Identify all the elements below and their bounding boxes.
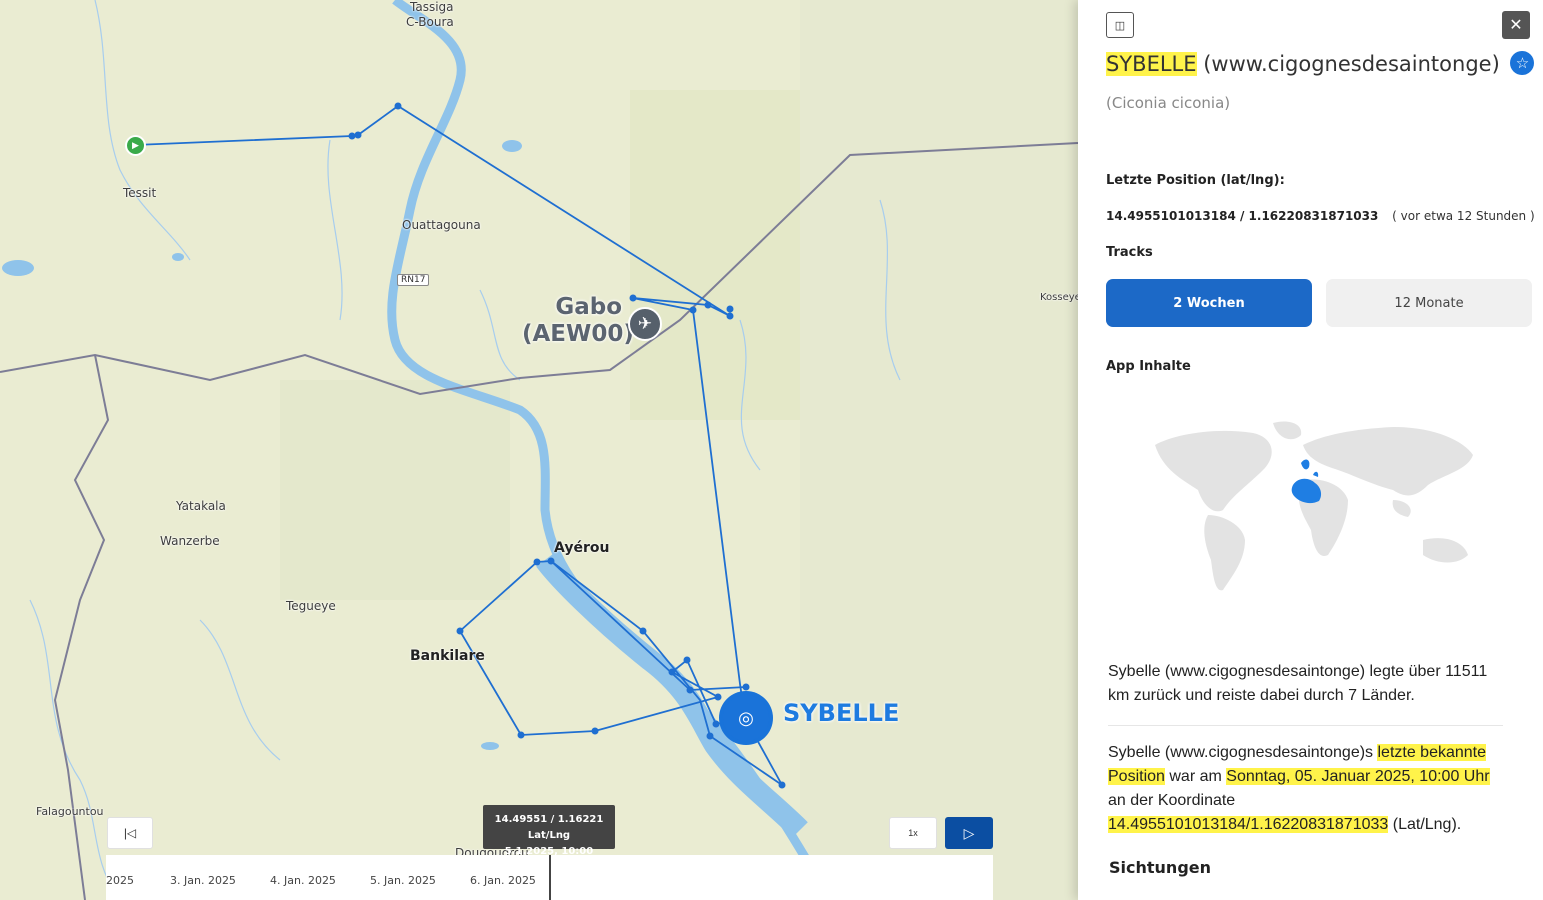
- panel-toggle-icon[interactable]: ◫: [1106, 12, 1134, 38]
- place-label: Bankilare: [410, 648, 485, 664]
- last-position-label: Letzte Position (lat/lng):: [1106, 173, 1285, 188]
- place-label: Kosseye: [1040, 292, 1078, 303]
- place-label: Tegueye: [286, 599, 336, 613]
- position-tooltip: 14.49551 / 1.16221 Lat/Lng 5.1.2025, 10:…: [483, 805, 615, 857]
- other-bird-name: Gabo: [555, 294, 622, 320]
- tab-2-weeks[interactable]: 2 Wochen: [1106, 279, 1312, 327]
- map-basemap: [0, 0, 1078, 900]
- p2-highlight: Sonntag, 05. Januar 2025, 10:00 Uhr: [1226, 768, 1490, 785]
- timeline-cursor[interactable]: [549, 855, 551, 900]
- p2-highlight: 14.4955101013184/1.16220831871033: [1108, 816, 1389, 833]
- summary-text: Sybelle (www.cigognesdesaintonge) legte …: [1108, 663, 1488, 704]
- road-shield: RN17: [397, 274, 430, 286]
- bird-title-source: (www.cigognesdesaintonge): [1203, 52, 1500, 76]
- place-label: Ouattagouna: [402, 218, 481, 232]
- last-position-value: 14.4955101013184 / 1.16220831871033: [1106, 209, 1379, 223]
- place-label: Wanzerbe: [160, 534, 220, 548]
- p2-part: Sybelle (www.cigognesdesaintonge)s: [1108, 744, 1378, 761]
- close-icon[interactable]: ✕: [1502, 11, 1530, 39]
- p2-part: war am: [1164, 768, 1227, 785]
- p2-part: an der Koordinate: [1108, 792, 1236, 809]
- detail-panel: ◫ ✕ SYBELLE (www.cigognesdesaintonge) ☆ …: [1078, 0, 1543, 900]
- rewind-button[interactable]: |◁: [107, 817, 153, 849]
- place-label: Tessit: [123, 186, 157, 200]
- current-position-icon[interactable]: ◎: [719, 691, 773, 745]
- timeline-tick: 6. Jan. 2025: [470, 874, 536, 887]
- p2-part: (Lat/Lng).: [1388, 816, 1462, 833]
- place-label: Tassiga: [410, 0, 454, 14]
- skip-back-icon: |◁: [123, 826, 137, 840]
- sightings-heading: Sichtungen: [1109, 858, 1212, 877]
- app-content-label: App Inhalte: [1106, 359, 1191, 374]
- speed-button[interactable]: 1x: [889, 817, 937, 849]
- place-label: Ayérou: [554, 540, 610, 556]
- timeline-tick: 3. Jan. 2025: [170, 874, 236, 887]
- favorite-star-icon[interactable]: ☆: [1510, 51, 1535, 75]
- world-map-image: [1155, 421, 1473, 591]
- divider: [1108, 725, 1503, 726]
- stork-icon[interactable]: ✈: [628, 307, 662, 341]
- play-icon: ▷: [963, 824, 975, 841]
- place-label: C-Boura: [406, 15, 454, 29]
- bird-map-label[interactable]: SYBELLE: [783, 699, 899, 727]
- bird-name: SYBELLE: [1106, 52, 1197, 76]
- last-position-ago: ( vor etwa 12 Stunden ): [1392, 209, 1535, 223]
- tracks-label: Tracks: [1106, 245, 1153, 260]
- timeline[interactable]: 2025 3. Jan. 2025 4. Jan. 2025 5. Jan. 2…: [106, 855, 993, 900]
- timeline-tick: 4. Jan. 2025: [270, 874, 336, 887]
- timeline-tick: 2025: [106, 874, 134, 887]
- tooltip-coords: 14.49551 / 1.16221 Lat/Lng: [494, 814, 604, 841]
- map-view[interactable]: Tassiga C-Boura Tessit Ouattagouna Kosse…: [0, 0, 1078, 900]
- place-label: Yatakala: [176, 499, 226, 513]
- last-position: 14.4955101013184 / 1.16220831871033 ( vo…: [1106, 209, 1535, 223]
- timeline-tick: 5. Jan. 2025: [370, 874, 436, 887]
- last-known-position-text: Sybelle (www.cigognesdesaintonge)s letzt…: [1108, 741, 1503, 837]
- place-label: Falagountou: [36, 805, 104, 818]
- start-marker-icon[interactable]: ▶: [125, 135, 146, 156]
- other-bird-id: (AEW00): [522, 321, 634, 347]
- species-name: (Ciconia ciconia): [1106, 94, 1231, 112]
- tab-12-months[interactable]: 12 Monate: [1326, 279, 1532, 327]
- other-bird-label[interactable]: Gabo (AEW00): [522, 294, 634, 348]
- play-button[interactable]: ▷: [945, 817, 993, 849]
- bird-title: SYBELLE (www.cigognesdesaintonge) ☆: [1106, 51, 1535, 77]
